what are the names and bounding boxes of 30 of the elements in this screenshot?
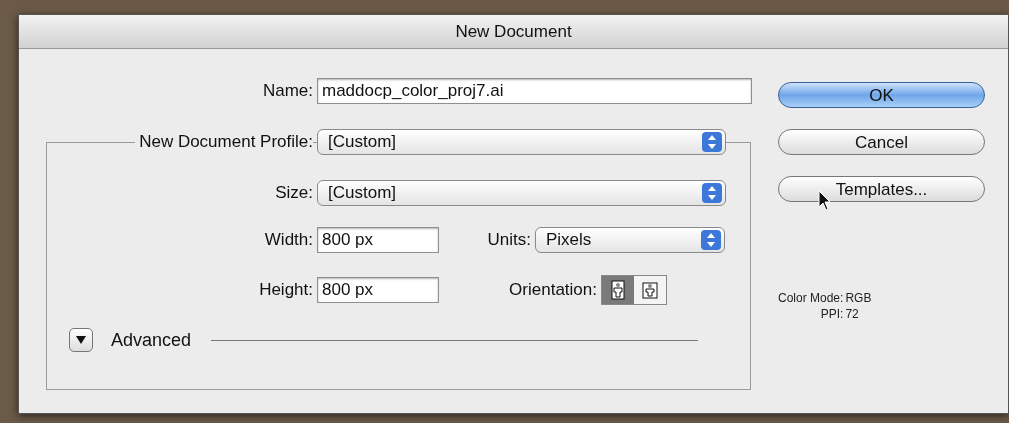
dialog-button[interactable]: Cancel [778,129,985,155]
field-label: Size: [275,182,313,205]
info-label: PPI: [819,306,844,322]
info-label: Color Mode: [778,290,844,306]
text-field[interactable]: 800 px [317,277,439,303]
disclosure-button[interactable] [69,328,93,352]
mouse-pointer-icon [818,190,832,212]
popup-menu[interactable]: [Custom] [317,129,726,155]
triangle-down-icon [76,336,86,344]
field-label: Units: [487,229,531,252]
dialog-button[interactable]: Templates... [778,176,985,202]
dialog-button[interactable]: OK [778,82,985,108]
field-label: Width: [264,229,313,252]
stepper-arrows-icon [702,132,722,152]
field-label: Height: [259,279,313,302]
text-field[interactable]: maddocp_color_proj7.ai [317,78,752,104]
popup-menu[interactable]: [Custom] [317,180,726,206]
field-label: Name: [262,80,313,103]
orientation-button[interactable] [602,276,634,304]
stepper-arrows-icon [702,183,722,203]
section-label: Advanced [111,328,192,352]
popup-menu[interactable]: Pixels [535,227,725,253]
landscape-person-icon [642,280,658,300]
window-title: New Document [455,20,572,43]
portrait-person-icon [610,280,626,300]
info-value: 72 [845,306,860,322]
field-label: Orientation: [509,279,597,302]
text-field[interactable]: 800 px [317,227,439,253]
stepper-arrows-icon [701,230,721,250]
info-value: RGB [845,290,872,306]
